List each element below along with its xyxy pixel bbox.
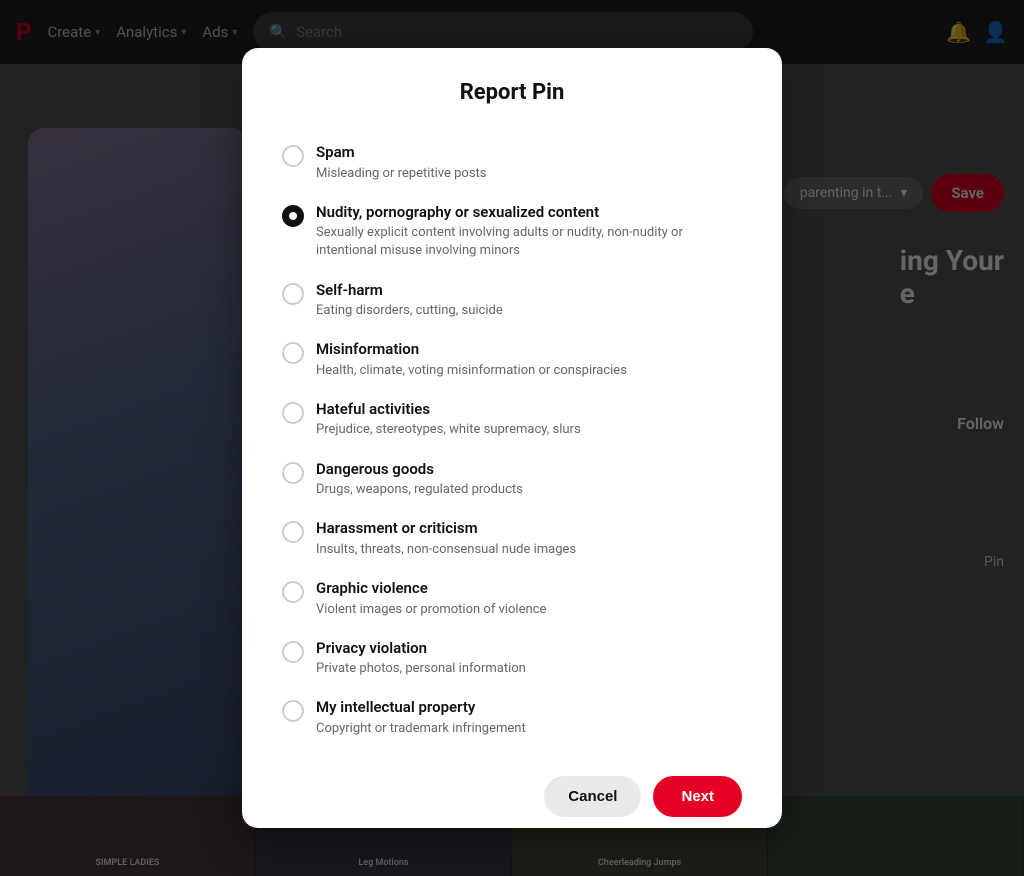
modal-footer: Cancel Next bbox=[282, 776, 742, 817]
modal-overlay: Report Pin Spam Misleading or repetitive … bbox=[0, 0, 1024, 876]
radio-intellectual-property[interactable] bbox=[282, 700, 304, 722]
report-options: Spam Misleading or repetitive posts Nudity… bbox=[282, 133, 742, 748]
option-item-misinformation[interactable]: Misinformation Health, climate, voting mi… bbox=[282, 330, 742, 390]
option-item-nudity[interactable]: Nudity, pornography or sexualized conten… bbox=[282, 193, 742, 271]
option-item-harassment[interactable]: Harassment or criticism Insults, threats,… bbox=[282, 509, 742, 569]
option-item-intellectual-property[interactable]: My intellectual property Copyright or tra… bbox=[282, 688, 742, 748]
option-label-misinformation: Misinformation bbox=[316, 340, 627, 360]
option-desc-dangerous: Drugs, weapons, regulated products bbox=[316, 481, 523, 499]
option-desc-graphic-violence: Violent images or promotion of violence bbox=[316, 601, 546, 619]
option-desc-spam: Misleading or repetitive posts bbox=[316, 165, 487, 183]
option-label-self-harm: Self-harm bbox=[316, 281, 503, 301]
radio-nudity[interactable] bbox=[282, 205, 304, 227]
radio-harassment[interactable] bbox=[282, 521, 304, 543]
cancel-button[interactable]: Cancel bbox=[544, 776, 641, 817]
option-desc-harassment: Insults, threats, non-consensual nude im… bbox=[316, 541, 576, 559]
option-desc-misinformation: Health, climate, voting misinformation o… bbox=[316, 362, 627, 380]
option-item-privacy[interactable]: Privacy violationPrivate photos, persona… bbox=[282, 629, 742, 689]
option-desc-intellectual-property: Copyright or trademark infringement bbox=[316, 720, 526, 738]
modal-title: Report Pin bbox=[282, 80, 742, 105]
option-label-hateful: Hateful activities bbox=[316, 400, 581, 420]
radio-graphic-violence[interactable] bbox=[282, 581, 304, 603]
option-desc-self-harm: Eating disorders, cutting, suicide bbox=[316, 302, 503, 320]
option-item-self-harm[interactable]: Self-harmEating disorders, cutting, suic… bbox=[282, 271, 742, 331]
option-label-graphic-violence: Graphic violence bbox=[316, 579, 546, 599]
option-item-graphic-violence[interactable]: Graphic violence Violent images or promot… bbox=[282, 569, 742, 629]
option-desc-privacy: Private photos, personal information bbox=[316, 660, 526, 678]
option-label-harassment: Harassment or criticism bbox=[316, 519, 576, 539]
radio-spam[interactable] bbox=[282, 145, 304, 167]
option-label-dangerous: Dangerous goods bbox=[316, 460, 523, 480]
option-desc-hateful: Prejudice, stereotypes, white supremacy,… bbox=[316, 421, 581, 439]
option-label-spam: Spam bbox=[316, 143, 487, 163]
option-item-hateful[interactable]: Hateful activitiesPrejudice, stereotypes… bbox=[282, 390, 742, 450]
radio-privacy[interactable] bbox=[282, 641, 304, 663]
radio-misinformation[interactable] bbox=[282, 342, 304, 364]
option-item-dangerous[interactable]: Dangerous goodsDrugs, weapons, regulated… bbox=[282, 450, 742, 510]
option-label-intellectual-property: My intellectual property bbox=[316, 698, 526, 718]
option-desc-nudity: Sexually explicit content involving adul… bbox=[316, 224, 742, 260]
option-label-nudity: Nudity, pornography or sexualized conten… bbox=[316, 203, 742, 223]
option-item-spam[interactable]: Spam Misleading or repetitive posts bbox=[282, 133, 742, 193]
next-button[interactable]: Next bbox=[653, 776, 742, 817]
radio-hateful[interactable] bbox=[282, 402, 304, 424]
radio-dangerous[interactable] bbox=[282, 462, 304, 484]
option-label-privacy: Privacy violation bbox=[316, 639, 526, 659]
radio-self-harm[interactable] bbox=[282, 283, 304, 305]
report-pin-modal: Report Pin Spam Misleading or repetitive … bbox=[242, 48, 782, 828]
